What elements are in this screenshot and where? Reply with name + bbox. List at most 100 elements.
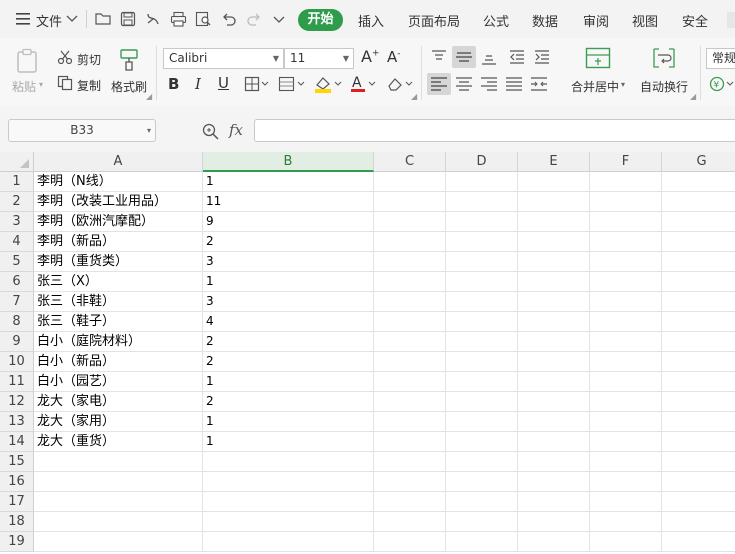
format-painter-icon[interactable]	[118, 48, 140, 75]
cell-e4[interactable]	[518, 232, 590, 252]
cell-b6[interactable]: 1	[203, 272, 374, 292]
row-header[interactable]: 11	[0, 372, 34, 392]
cell-b13[interactable]: 1	[203, 412, 374, 432]
cell-b8[interactable]: 4	[203, 312, 374, 332]
cell-d5[interactable]	[446, 252, 518, 272]
row-header[interactable]: 8	[0, 312, 34, 332]
cell-g19[interactable]	[662, 532, 735, 552]
cell-f18[interactable]	[590, 512, 662, 532]
cell-e7[interactable]	[518, 292, 590, 312]
cell-e17[interactable]	[518, 492, 590, 512]
cell-a2[interactable]: 李明（改装工业用品）	[34, 192, 203, 212]
cell-g18[interactable]	[662, 512, 735, 532]
formula-input[interactable]	[254, 119, 735, 142]
cell-g6[interactable]	[662, 272, 735, 292]
tab-formulas[interactable]: 公式	[483, 11, 509, 30]
cell-c13[interactable]	[374, 412, 446, 432]
cell-c15[interactable]	[374, 452, 446, 472]
zoom-search-icon[interactable]	[202, 123, 220, 143]
cell-a3[interactable]: 李明（欧洲汽摩配）	[34, 212, 203, 232]
bold-icon[interactable]: B	[168, 75, 179, 93]
cell-f11[interactable]	[590, 372, 662, 392]
cell-d7[interactable]	[446, 292, 518, 312]
cell-a10[interactable]: 白小（新品）	[34, 352, 203, 372]
row-header[interactable]: 19	[0, 532, 34, 552]
cell-c9[interactable]	[374, 332, 446, 352]
cell-e15[interactable]	[518, 452, 590, 472]
cell-e14[interactable]	[518, 432, 590, 452]
cell-d1[interactable]	[446, 172, 518, 192]
cell-b1[interactable]: 1	[203, 172, 374, 192]
cell-e11[interactable]	[518, 372, 590, 392]
tab-page-layout[interactable]: 页面布局	[408, 11, 460, 30]
cell-f2[interactable]	[590, 192, 662, 212]
cell-f19[interactable]	[590, 532, 662, 552]
cell-b18[interactable]	[203, 512, 374, 532]
row-header[interactable]: 12	[0, 392, 34, 412]
paste-icon[interactable]	[14, 48, 40, 77]
row-header[interactable]: 14	[0, 432, 34, 452]
align-right-icon[interactable]	[480, 75, 498, 96]
cell-f1[interactable]	[590, 172, 662, 192]
cell-g2[interactable]	[662, 192, 735, 212]
cell-d3[interactable]	[446, 212, 518, 232]
cell-d2[interactable]	[446, 192, 518, 212]
export-pdf-icon[interactable]	[145, 11, 161, 27]
cell-e8[interactable]	[518, 312, 590, 332]
tab-home[interactable]: 开始	[298, 9, 343, 31]
font-color-icon[interactable]: A	[349, 74, 379, 97]
row-header[interactable]: 5	[0, 252, 34, 272]
cell-c18[interactable]	[374, 512, 446, 532]
alignment-expand-icon[interactable]: ◢	[690, 92, 696, 101]
cell-d15[interactable]	[446, 452, 518, 472]
cell-c3[interactable]	[374, 212, 446, 232]
row-header[interactable]: 9	[0, 332, 34, 352]
cell-g17[interactable]	[662, 492, 735, 512]
cell-d18[interactable]	[446, 512, 518, 532]
cell-g13[interactable]	[662, 412, 735, 432]
cell-e19[interactable]	[518, 532, 590, 552]
align-bottom-icon[interactable]	[480, 48, 498, 69]
merge-dropdown-icon[interactable]: ▾	[621, 80, 625, 89]
cell-g10[interactable]	[662, 352, 735, 372]
cell-d14[interactable]	[446, 432, 518, 452]
cell-a14[interactable]: 龙大（重货）	[34, 432, 203, 452]
cell-e10[interactable]	[518, 352, 590, 372]
cell-c8[interactable]	[374, 312, 446, 332]
cell-c11[interactable]	[374, 372, 446, 392]
cell-a15[interactable]	[34, 452, 203, 472]
column-header-b[interactable]: B	[203, 152, 374, 172]
row-header[interactable]: 17	[0, 492, 34, 512]
cell-a9[interactable]: 白小（庭院材料）	[34, 332, 203, 352]
merge-center-icon[interactable]	[585, 47, 611, 72]
row-header[interactable]: 13	[0, 412, 34, 432]
paste-button[interactable]: 粘贴	[12, 78, 36, 95]
column-header-g[interactable]: G	[662, 152, 735, 172]
cell-f10[interactable]	[590, 352, 662, 372]
align-middle-icon[interactable]	[452, 46, 476, 68]
cell-g16[interactable]	[662, 472, 735, 492]
cell-d10[interactable]	[446, 352, 518, 372]
print-icon[interactable]	[170, 11, 187, 27]
cell-e18[interactable]	[518, 512, 590, 532]
cell-e16[interactable]	[518, 472, 590, 492]
save-icon[interactable]	[120, 11, 136, 27]
cell-d13[interactable]	[446, 412, 518, 432]
cell-g7[interactable]	[662, 292, 735, 312]
insert-function-button[interactable]: fx	[229, 121, 243, 139]
name-box[interactable]: B33 ▾	[8, 119, 156, 142]
cell-c4[interactable]	[374, 232, 446, 252]
fill-pattern-icon[interactable]	[278, 76, 306, 95]
cell-c5[interactable]	[374, 252, 446, 272]
cell-d12[interactable]	[446, 392, 518, 412]
cell-a6[interactable]: 张三（X）	[34, 272, 203, 292]
cell-f13[interactable]	[590, 412, 662, 432]
cell-b19[interactable]	[203, 532, 374, 552]
cell-c12[interactable]	[374, 392, 446, 412]
cell-g11[interactable]	[662, 372, 735, 392]
cell-b14[interactable]: 1	[203, 432, 374, 452]
row-header[interactable]: 15	[0, 452, 34, 472]
column-header-f[interactable]: F	[590, 152, 662, 172]
cell-g5[interactable]	[662, 252, 735, 272]
cell-c10[interactable]	[374, 352, 446, 372]
